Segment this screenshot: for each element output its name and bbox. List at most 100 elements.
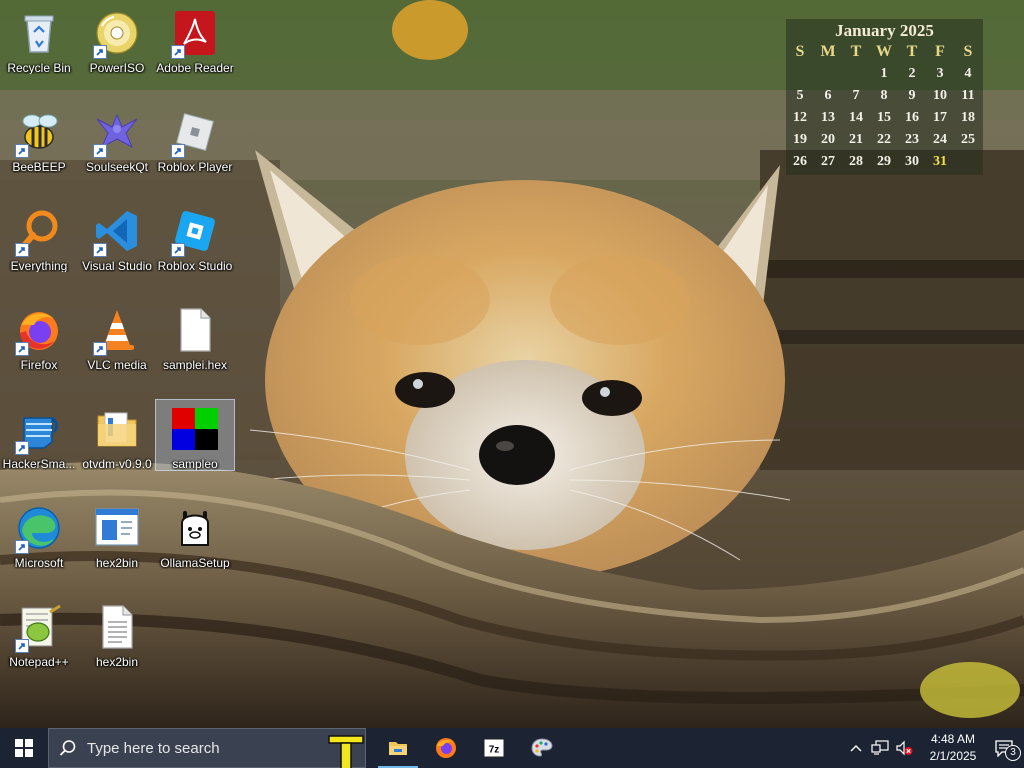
desktop-icon-label: otvdm-v0.9.0 <box>82 457 152 470</box>
calendar-day: 28 <box>849 154 863 169</box>
action-center-button[interactable]: 3 <box>984 728 1024 768</box>
calendar-day: 18 <box>961 110 975 125</box>
blank-file-icon <box>170 305 220 355</box>
calendar-day: 5 <box>796 88 804 103</box>
calendar-day: 15 <box>877 110 891 125</box>
desktop-shortcut-hackersmacker-fist[interactable]: HackerSma... <box>0 400 78 470</box>
desktop-shortcut-adobe-reader[interactable]: Adobe Reader XI <box>156 4 234 74</box>
firefox-icon <box>14 305 64 356</box>
desktop-shortcut-vlc-cone[interactable]: VLC media player <box>78 301 156 371</box>
desktop-shortcut-text-file[interactable]: hex2bin <box>78 598 156 668</box>
desktop-icon-label: VLC media player <box>87 358 147 371</box>
system-tray: 4:48 AM 2/1/2025 3 <box>844 728 1024 768</box>
calendar-day: 29 <box>877 154 891 169</box>
desktop-shortcut-roblox-player[interactable]: Roblox Player <box>156 103 234 173</box>
desktop-shortcut-blank-file[interactable]: samplei.hex <box>156 301 234 371</box>
soulseek-bird-icon <box>92 107 142 158</box>
desktop-icon-label: Everything <box>10 259 68 272</box>
calendar-day: 20 <box>821 132 835 147</box>
desktop-icon-label: Roblox Studio <box>157 259 233 272</box>
desktop-shortcut-ollama-llama[interactable]: OllamaSetup <box>156 499 234 569</box>
taskbar-pinned-apps: 7z <box>374 728 566 768</box>
calendar-day: 25 <box>961 132 975 147</box>
calendar-day: 7 <box>852 88 860 103</box>
taskbar-clock[interactable]: 4:48 AM 2/1/2025 <box>922 731 984 765</box>
taskbar-app-firefox[interactable] <box>422 728 470 768</box>
calendar-day: 13 <box>821 110 835 125</box>
desktop-shortcut-poweriso-disc[interactable]: PowerISO <box>78 4 156 74</box>
start-button[interactable] <box>0 728 48 768</box>
calendar-day: 4 <box>964 66 972 81</box>
taskbar-search-box[interactable]: Type here to search <box>48 728 366 768</box>
desktop-icon-label: OllamaSetup <box>160 556 230 569</box>
ollama-llama-icon <box>170 503 220 553</box>
desktop-shortcut-roblox-studio[interactable]: Roblox Studio <box>156 202 234 272</box>
calendar-grid: S M T W T F S 1 2 3 4 5 6 7 8 9 10 11 12 13 14 15 16 17 18 19 20 21… <box>786 41 983 173</box>
calendar-weekday-header: S <box>963 43 973 60</box>
calendar-today: 31 <box>933 154 947 169</box>
clock-time: 4:48 AM <box>930 732 976 746</box>
desktop-icon-label: Adobe Reader XI <box>156 61 234 74</box>
desktop-icon-label: sampleo <box>172 457 218 470</box>
windows-logo-icon <box>15 739 33 757</box>
desktop-shortcut-notepadpp[interactable]: Notepad++ <box>0 598 78 668</box>
calendar-day: 12 <box>793 110 807 125</box>
calendar-day: 27 <box>821 154 835 169</box>
calendar-day: 21 <box>849 132 863 147</box>
rgb-bitmap-icon <box>170 404 220 454</box>
desktop-shortcut-folder[interactable]: otvdm-v0.9.0 <box>78 400 156 470</box>
calendar-day: 14 <box>849 110 863 125</box>
vlc-cone-icon <box>92 305 142 356</box>
calendar-weekday-header: S <box>795 43 805 60</box>
desktop-icon-label: Visual Studio Code <box>82 259 152 272</box>
search-highlight-icon <box>328 735 364 768</box>
folder-icon <box>92 404 142 454</box>
desktop-icon-label: HackerSma... <box>2 457 76 470</box>
taskbar-app-7zip[interactable]: 7z <box>470 728 518 768</box>
shortcut-arrow-icon <box>93 243 107 257</box>
taskbar: Type here to search 7z 4:48 AM 2/1/2025 … <box>0 728 1024 768</box>
show-hidden-icons-chevron-icon[interactable] <box>844 728 868 768</box>
adobe-reader-icon <box>170 8 220 59</box>
edge-icon <box>14 503 64 554</box>
shortcut-arrow-icon <box>15 243 29 257</box>
poweriso-disc-icon <box>92 8 142 59</box>
calendar-weekday-header: W <box>876 43 892 60</box>
everything-search-icon <box>14 206 64 257</box>
desktop-shortcut-beebeep-bee[interactable]: BeeBEEP <box>0 103 78 173</box>
calendar-day: 24 <box>933 132 947 147</box>
desktop-shortcut-edge[interactable]: Microsoft Edge <box>0 499 78 569</box>
file-explorer-icon <box>389 742 407 755</box>
shortcut-arrow-icon <box>171 243 185 257</box>
desktop-shortcut-firefox[interactable]: Firefox <box>0 301 78 371</box>
taskbar-app-file-explorer[interactable] <box>374 728 422 768</box>
desktop-icon-label: PowerISO <box>89 61 145 74</box>
calendar-day: 16 <box>905 110 919 125</box>
calendar-day: 6 <box>824 88 832 103</box>
volume-muted-icon[interactable] <box>892 728 916 768</box>
shortcut-arrow-icon <box>15 441 29 455</box>
desktop-shortcut-rgb-bitmap[interactable]: sampleo <box>155 399 235 471</box>
shortcut-arrow-icon <box>15 342 29 356</box>
desktop-icon-label: hex2bin <box>95 556 139 569</box>
beebeep-bee-icon <box>14 107 64 158</box>
desktop-shortcut-soulseek-bird[interactable]: SoulseekQt <box>78 103 156 173</box>
desktop-shortcut-vscode[interactable]: Visual Studio Code <box>78 202 156 272</box>
calendar-weekday-header: T <box>906 43 918 60</box>
calendar-day: 11 <box>961 88 975 103</box>
calendar-day: 2 <box>908 66 916 81</box>
calendar-widget: January 2025 S M T W T F S 1 2 3 4 5 6 7 8 9 10 11 12 13 14 1… <box>786 19 983 175</box>
desktop-shortcut-everything-search[interactable]: Everything <box>0 202 78 272</box>
desktop-icon-label: Firefox <box>20 358 58 371</box>
calendar-day: 19 <box>793 132 807 147</box>
svg-text:7z: 7z <box>489 745 500 756</box>
desktop-shortcut-hex2bin-window[interactable]: hex2bin <box>78 499 156 569</box>
7zip-icon: 7z <box>483 738 505 758</box>
network-icon[interactable] <box>868 728 892 768</box>
shortcut-arrow-icon <box>15 144 29 158</box>
roblox-studio-icon <box>170 206 220 257</box>
desktop-shortcut-recycle-bin[interactable]: Recycle Bin <box>0 4 78 74</box>
taskbar-app-paint-palette[interactable] <box>518 728 566 768</box>
search-placeholder: Type here to search <box>87 739 220 757</box>
calendar-day: 17 <box>933 110 947 125</box>
